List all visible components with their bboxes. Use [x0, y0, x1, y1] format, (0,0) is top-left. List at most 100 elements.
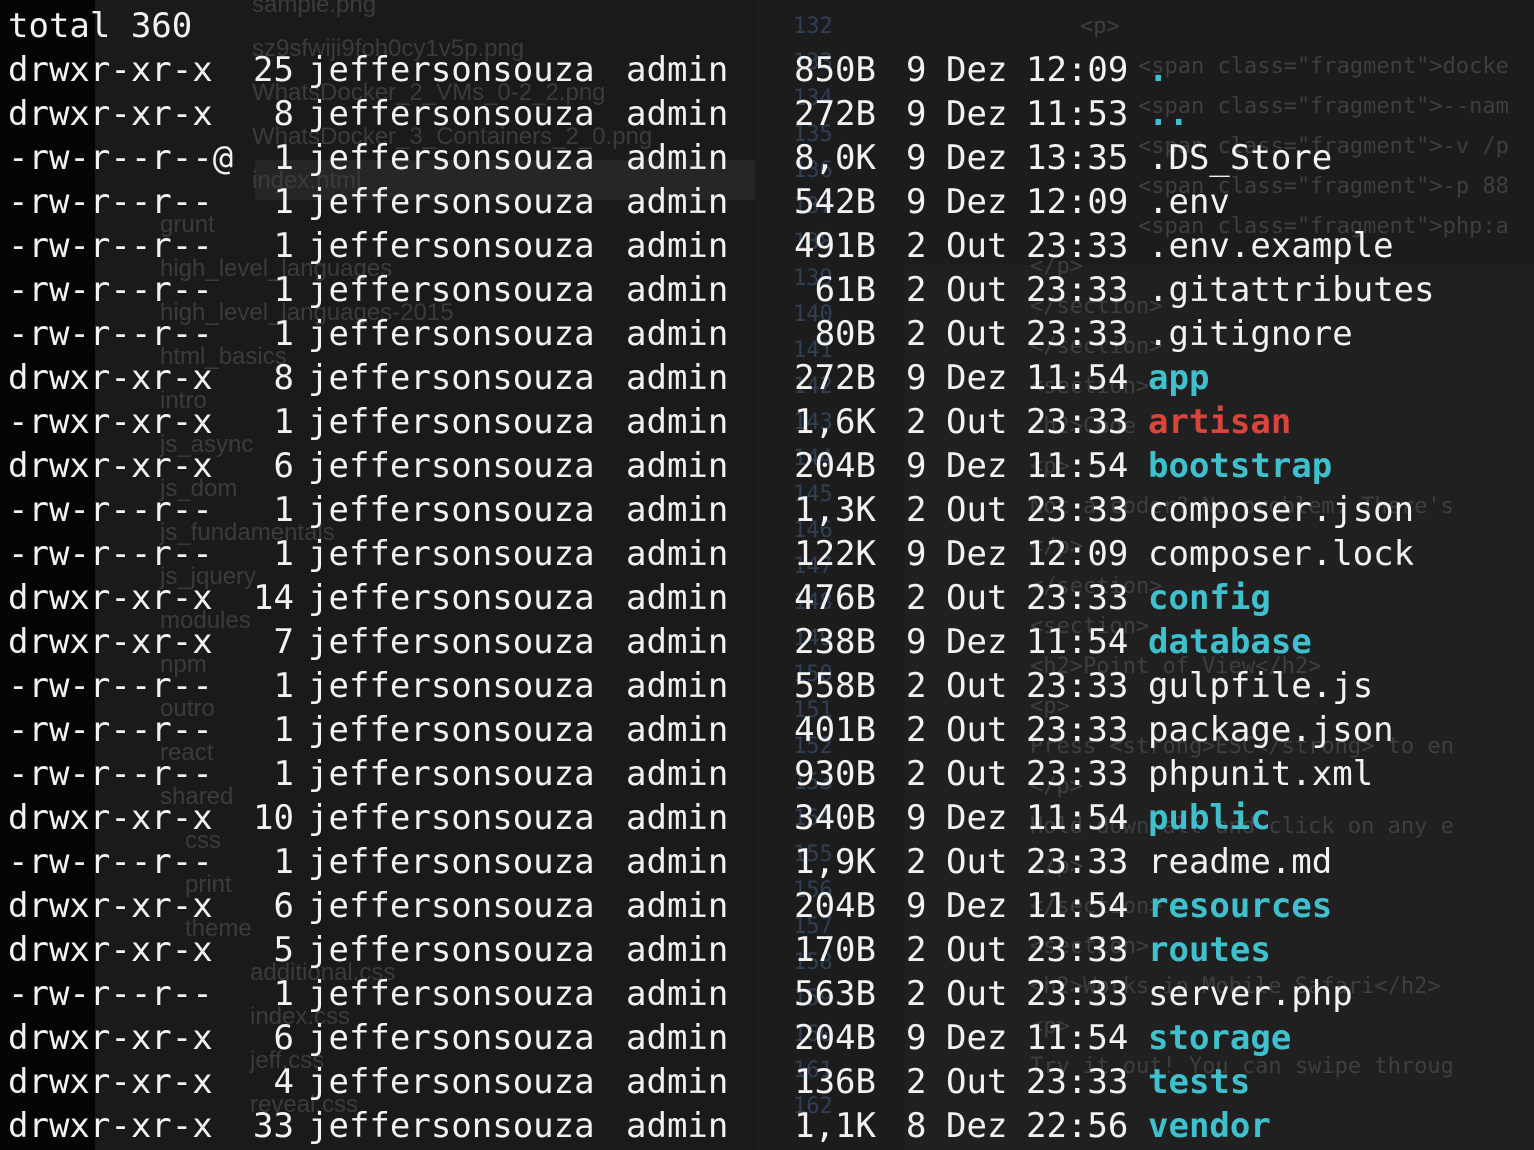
group: admin — [626, 314, 729, 354]
mod-time: 23:33 — [1026, 1062, 1129, 1102]
mod-day: 9 — [906, 182, 927, 222]
mod-time: 12:09 — [1026, 50, 1129, 90]
permissions: drwxr-xr-x — [8, 50, 213, 90]
link-count: 1 — [273, 754, 294, 794]
mod-day: 9 — [906, 622, 927, 662]
mod-time: 22:56 — [1026, 1106, 1129, 1146]
link-count: 1 — [273, 226, 294, 266]
mod-month: Dez — [946, 798, 1008, 838]
link-count: 5 — [273, 930, 294, 970]
file-size: 401B — [794, 710, 876, 750]
file-name: artisan — [1148, 402, 1292, 442]
mod-day: 9 — [906, 446, 927, 486]
file-size: 1,3K — [794, 490, 876, 530]
owner: jeffersonsouza — [308, 1018, 595, 1058]
mod-month: Dez — [946, 50, 1008, 90]
file-size: 1,1K — [794, 1106, 876, 1146]
link-count: 7 — [273, 622, 294, 662]
file-size: 170B — [794, 930, 876, 970]
permissions: -rw-r--r-- — [8, 314, 213, 354]
mod-day: 2 — [906, 402, 927, 442]
mod-time: 23:33 — [1026, 490, 1129, 530]
group: admin — [626, 402, 729, 442]
mod-month: Out — [946, 314, 1008, 354]
file-size: 272B — [794, 94, 876, 134]
owner: jeffersonsouza — [308, 138, 595, 178]
group: admin — [626, 182, 729, 222]
file-name: config — [1148, 578, 1271, 618]
file-name: composer.lock — [1148, 534, 1415, 574]
file-size: 8,0K — [794, 138, 876, 178]
link-count: 1 — [273, 270, 294, 310]
mod-day: 9 — [906, 94, 927, 134]
link-count: 14 — [253, 578, 294, 618]
file-name: .env — [1148, 182, 1230, 222]
group: admin — [626, 1018, 729, 1058]
group: admin — [626, 490, 729, 530]
file-name: . — [1148, 50, 1169, 90]
group: admin — [626, 754, 729, 794]
link-count: 10 — [253, 798, 294, 838]
mod-month: Out — [946, 666, 1008, 706]
mod-day: 9 — [906, 798, 927, 838]
owner: jeffersonsouza — [308, 622, 595, 662]
file-name: composer.json — [1148, 490, 1415, 530]
group: admin — [626, 94, 729, 134]
mod-day: 2 — [906, 842, 927, 882]
mod-month: Dez — [946, 94, 1008, 134]
mod-time: 23:33 — [1026, 270, 1129, 310]
mod-day: 9 — [906, 358, 927, 398]
file-name: public — [1148, 798, 1271, 838]
terminal-window[interactable]: total 360 drwxr-xr-x 25 jeffersonsouza admi… — [0, 0, 1534, 1150]
mod-month: Out — [946, 754, 1008, 794]
mod-time: 23:33 — [1026, 710, 1129, 750]
permissions: drwxr-xr-x — [8, 798, 213, 838]
owner: jeffersonsouza — [308, 182, 595, 222]
mod-day: 9 — [906, 1018, 927, 1058]
file-size: 204B — [794, 446, 876, 486]
group: admin — [626, 974, 729, 1014]
mod-time: 11:54 — [1026, 622, 1129, 662]
group: admin — [626, 578, 729, 618]
mod-month: Dez — [946, 534, 1008, 574]
file-name: phpunit.xml — [1148, 754, 1374, 794]
group: admin — [626, 270, 729, 310]
file-size: 476B — [794, 578, 876, 618]
link-count: 1 — [273, 710, 294, 750]
owner: jeffersonsouza — [308, 754, 595, 794]
group: admin — [626, 226, 729, 266]
file-name: tests — [1148, 1062, 1251, 1102]
permissions: drwxr-xr-x — [8, 1062, 213, 1102]
link-count: 8 — [273, 94, 294, 134]
link-count: 6 — [273, 446, 294, 486]
mod-month: Out — [946, 974, 1008, 1014]
permissions: -rw-r--r--@ — [8, 138, 234, 178]
link-count: 1 — [273, 402, 294, 442]
permissions: -rw-r--r-- — [8, 534, 213, 574]
group: admin — [626, 1106, 729, 1146]
file-size: 850B — [794, 50, 876, 90]
mod-month: Dez — [946, 446, 1008, 486]
mod-day: 2 — [906, 930, 927, 970]
permissions: drwxr-xr-x — [8, 1106, 213, 1146]
file-name: gulpfile.js — [1148, 666, 1374, 706]
permissions: drwxr-xr-x — [8, 358, 213, 398]
mod-time: 23:33 — [1026, 842, 1129, 882]
mod-day: 9 — [906, 50, 927, 90]
link-count: 1 — [273, 490, 294, 530]
mod-time: 23:33 — [1026, 226, 1129, 266]
owner: jeffersonsouza — [308, 402, 595, 442]
file-name: server.php — [1148, 974, 1353, 1014]
mod-month: Dez — [946, 886, 1008, 926]
mod-time: 11:54 — [1026, 446, 1129, 486]
file-name: .. — [1148, 94, 1189, 134]
link-count: 1 — [273, 138, 294, 178]
link-count: 1 — [273, 182, 294, 222]
file-size: 563B — [794, 974, 876, 1014]
file-name: .env.example — [1148, 226, 1394, 266]
permissions: drwxr-xr-x — [8, 886, 213, 926]
mod-time: 23:33 — [1026, 666, 1129, 706]
owner: jeffersonsouza — [308, 490, 595, 530]
file-size: 930B — [794, 754, 876, 794]
group: admin — [626, 50, 729, 90]
